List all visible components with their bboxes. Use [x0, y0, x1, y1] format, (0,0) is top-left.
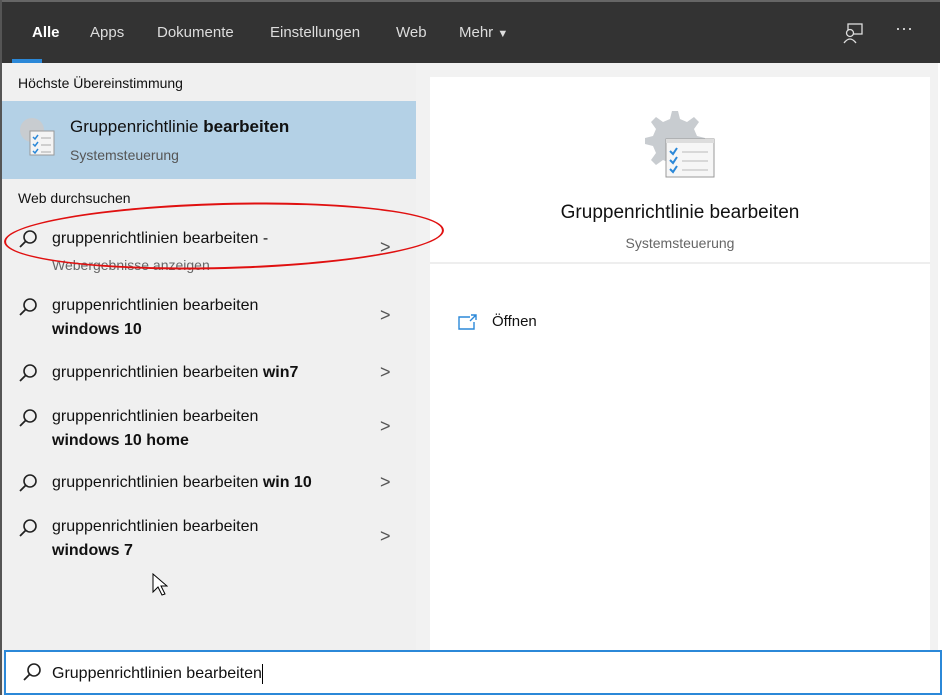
web-result-3[interactable]: gruppenrichtlinien bearbeiten windows 10… [2, 404, 416, 458]
top-bar: Alle Apps Dokumente Einstellungen Web Me… [2, 0, 940, 63]
mouse-cursor-icon [152, 573, 168, 596]
result-bold: windows 7 [52, 542, 133, 559]
text-caret [261, 664, 263, 684]
chevron-right-icon[interactable]: > [380, 305, 391, 326]
web-result-5[interactable]: gruppenrichtlinien bearbeiten windows 7 … [2, 514, 416, 568]
chevron-right-icon[interactable]: > [380, 416, 391, 437]
title-bold: bearbeiten [203, 117, 290, 136]
search-icon [19, 298, 37, 316]
web-result-4[interactable]: gruppenrichtlinien bearbeiten win 10 > [2, 470, 416, 500]
tab-alle[interactable]: Alle [32, 24, 60, 41]
best-match-header: Höchste Übereinstimmung [18, 75, 183, 91]
tab-dokumente[interactable]: Dokumente [157, 24, 234, 41]
caret-down-icon: ▼ [497, 28, 509, 40]
tab-apps[interactable]: Apps [90, 24, 124, 41]
divider [430, 262, 930, 264]
result-text: gruppenrichtlinien bearbeiten [52, 364, 263, 381]
result-bold: win 10 [262, 474, 312, 491]
search-window: Alle Apps Dokumente Einstellungen Web Me… [0, 0, 942, 695]
tab-mehr[interactable]: Mehr ▼ [459, 24, 508, 41]
open-icon [458, 313, 477, 330]
chevron-right-icon[interactable]: > [380, 362, 391, 383]
search-icon [19, 519, 37, 537]
search-icon [19, 409, 37, 427]
search-input[interactable]: Gruppenrichtlinien bearbeiten [4, 650, 942, 695]
tab-web[interactable]: Web [396, 24, 427, 41]
best-match-item[interactable]: Gruppenrichtlinie bearbeiten Systemsteue… [2, 101, 416, 179]
result-bold: windows 10 home [52, 432, 189, 449]
web-result-1[interactable]: gruppenrichtlinien bearbeiten windows 10… [2, 293, 416, 347]
open-label: Öffnen [492, 313, 537, 330]
tab-einstellungen[interactable]: Einstellungen [270, 24, 360, 41]
group-policy-icon [20, 118, 55, 156]
best-match-title: Gruppenrichtlinie bearbeiten [70, 117, 289, 137]
chevron-right-icon[interactable]: > [380, 526, 391, 547]
title-normal: Gruppenrichtlinie [70, 117, 204, 136]
preview-title: Gruppenrichtlinie bearbeiten [560, 202, 800, 223]
more-options-icon[interactable]: ··· [895, 18, 913, 39]
result-text: gruppenrichtlinien bearbeiten [52, 408, 259, 425]
feedback-icon[interactable] [842, 22, 864, 44]
web-search-header: Web durchsuchen [18, 190, 131, 206]
group-policy-large-icon [645, 111, 715, 178]
result-text: gruppenrichtlinien bearbeiten [52, 297, 259, 314]
search-icon [19, 364, 37, 382]
result-bold: windows 10 [52, 321, 142, 338]
search-value: Gruppenrichtlinien bearbeiten [52, 665, 262, 683]
search-icon [19, 474, 37, 492]
tab-mehr-label: Mehr [459, 24, 494, 41]
chevron-right-icon[interactable]: > [380, 472, 391, 493]
open-action[interactable]: Öffnen [458, 313, 537, 330]
search-icon [23, 663, 41, 681]
result-text: gruppenrichtlinien bearbeiten [52, 518, 259, 535]
result-text: gruppenrichtlinien bearbeiten [52, 474, 263, 491]
result-bold: win7 [262, 364, 299, 381]
best-match-subtitle: Systemsteuerung [70, 147, 179, 163]
results-list: Höchste Übereinstimmung Gruppenrichtlini… [2, 63, 416, 650]
web-result-2[interactable]: gruppenrichtlinien bearbeiten win7 > [2, 360, 416, 390]
preview-subtitle: Systemsteuerung [625, 235, 735, 251]
preview-pane: Gruppenrichtlinie bearbeiten Systemsteue… [430, 77, 930, 650]
